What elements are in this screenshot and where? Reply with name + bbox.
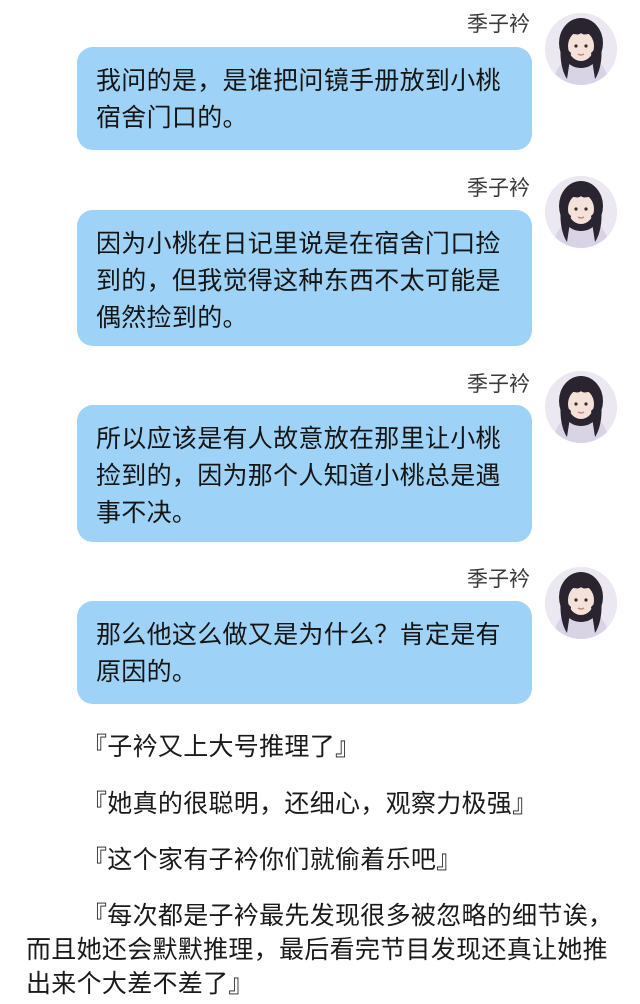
comment-text: 『每次都是子衿最先发现很多被忽略的细节诶，而且她还会默默推理，最后看完节目发现还… bbox=[26, 901, 614, 998]
comment-text: 『她真的很聪明，还细心，观察力极强』 bbox=[82, 789, 538, 818]
avatar[interactable] bbox=[545, 176, 617, 248]
sender-name: 季子衿 bbox=[467, 372, 530, 396]
message-bubble[interactable]: 我问的是，是谁把问镜手册放到小桃宿舍门口的。 bbox=[77, 47, 532, 150]
comment-text: 『子衿又上大号推理了』 bbox=[82, 732, 361, 761]
avatar-photo-icon bbox=[545, 371, 617, 443]
sender-name: 季子衿 bbox=[467, 176, 530, 200]
comment-text: 『这个家有子衿你们就偷着乐吧』 bbox=[82, 845, 462, 874]
avatar-photo-icon bbox=[545, 13, 617, 85]
avatar[interactable] bbox=[545, 567, 617, 639]
avatar-photo-icon bbox=[545, 176, 617, 248]
sender-name: 季子衿 bbox=[467, 12, 530, 36]
message-bubble[interactable]: 因为小桃在日记里说是在宿舍门口捡到的，但我觉得这种东西不太可能是偶然捡到的。 bbox=[77, 210, 532, 346]
message-bubble[interactable]: 所以应该是有人故意放在那里让小桃捡到的，因为那个人知道小桃总是遇事不决。 bbox=[77, 405, 532, 542]
avatar[interactable] bbox=[545, 371, 617, 443]
message-bubble[interactable]: 那么他这么做又是为什么？肯定是有原因的。 bbox=[77, 601, 532, 704]
avatar[interactable] bbox=[545, 13, 617, 85]
avatar-photo-icon bbox=[545, 567, 617, 639]
sender-name: 季子衿 bbox=[467, 567, 530, 591]
